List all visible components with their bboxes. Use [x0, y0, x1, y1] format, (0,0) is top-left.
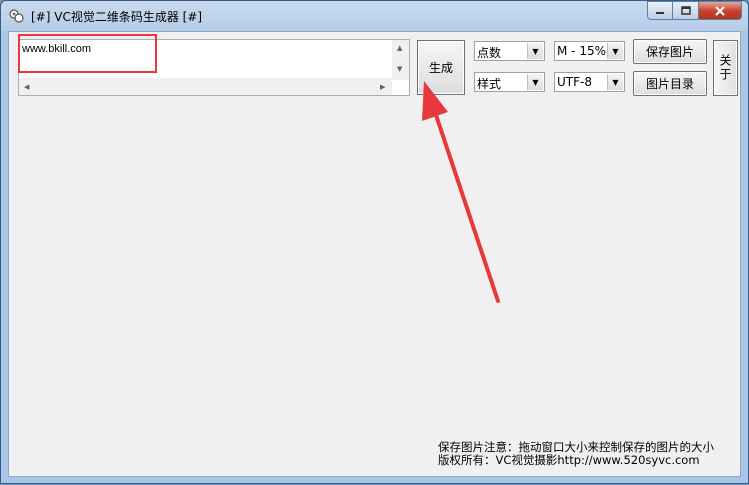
main-window: [#] VC视觉二维条码生成器 [#] www.bkill.com ▲ ▼ ◀ … — [0, 0, 749, 484]
annotation-arrow — [422, 81, 500, 303]
